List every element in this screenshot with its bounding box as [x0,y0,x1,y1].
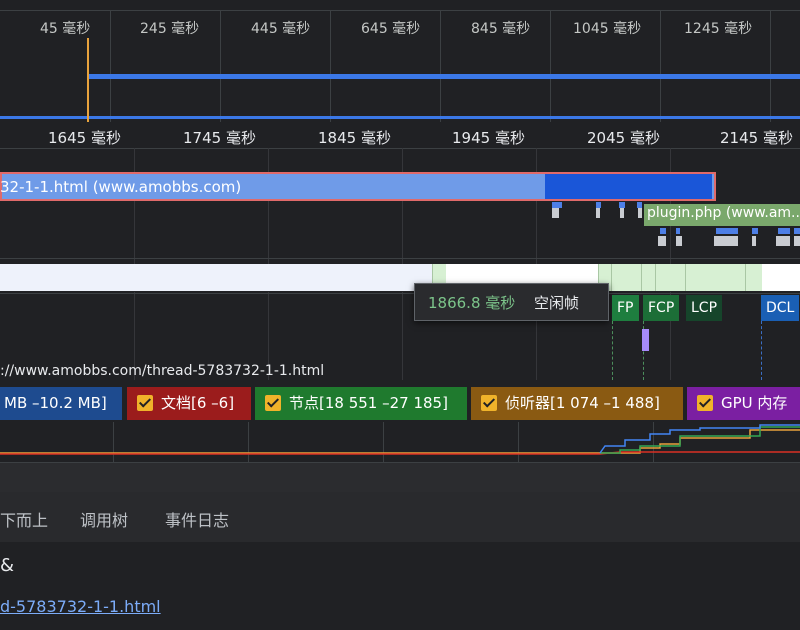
ruler-tick: 2045 毫秒 [587,129,660,147]
overview-gridline [330,10,331,122]
nodes-label: 节点[18 551 –27 185] [289,394,448,412]
small-request-bar[interactable] [752,236,756,246]
small-request-bar[interactable] [660,228,666,234]
overview-network-bar [87,74,800,79]
small-request-bar[interactable] [552,208,559,218]
gpu-memory-checkbox[interactable]: GPU 内存 [687,387,800,420]
overview-tick: 245 毫秒 [140,21,200,37]
frame-block[interactable] [611,264,642,291]
checkbox-checked-icon [481,395,497,411]
source-link[interactable]: d-5783732-1-1.html [0,597,161,616]
small-request-bar[interactable] [794,236,800,246]
js-heap-line [599,424,800,454]
dcl-marker[interactable]: DCL [761,295,800,321]
documents-checkbox[interactable]: 文档[6 –6] [127,387,251,420]
tooltip-duration: 1866.8 毫秒 [428,294,516,312]
js-heap-label: MB –10.2 MB] [4,394,107,412]
small-request-bar[interactable] [778,228,790,234]
small-request-bar[interactable] [752,228,758,234]
frame-block[interactable] [762,264,800,291]
panel-splitter[interactable] [0,462,800,493]
checkbox-checked-icon [137,395,153,411]
overview-gridline [110,10,111,122]
overview-tick: 645 毫秒 [361,21,421,37]
small-request-bar[interactable] [676,228,680,234]
frame-block[interactable] [685,264,746,291]
frame-block[interactable] [0,264,432,291]
small-request-bar[interactable] [776,236,790,246]
marker-line [761,321,762,380]
overview-gridline [550,10,551,122]
overview-top-border [0,10,800,11]
listeners-label: 侦听器[1 074 –1 488] [505,394,660,412]
fcp-marker[interactable]: FCP [643,295,680,321]
overview-tick: 1045 毫秒 [573,21,642,37]
fp-marker[interactable]: FP [612,295,639,321]
ruler-tick: 2145 毫秒 [720,129,793,147]
nodes-checkbox[interactable]: 节点[18 551 –27 185] [255,387,467,420]
details-pane [0,542,800,630]
js-heap-checkbox[interactable]: MB –10.2 MB] [0,387,122,420]
small-request-bar[interactable] [794,228,800,234]
small-request-bar[interactable] [676,236,682,246]
network-request-label: 32-1-1.html (www.amobbs.com) [0,178,242,196]
small-request-bar[interactable] [638,208,642,218]
checkbox-checked-icon [265,395,281,411]
overview-tick: 445 毫秒 [251,21,311,37]
timeline-ruler: 1645 毫秒 1745 毫秒 1845 毫秒 1945 毫秒 2045 毫秒 … [0,122,800,149]
track-divider [0,258,800,259]
ruler-tick: 1645 毫秒 [48,129,121,147]
marker-line [612,321,613,380]
frame-block[interactable] [641,264,656,291]
summary-heading: & [0,555,15,576]
ruler-tick: 1745 毫秒 [183,129,256,147]
overview-gridline [770,10,771,122]
overview-gridline [440,10,441,122]
network-url: ://www.amobbs.com/thread-5783732-1-1.htm… [0,363,325,379]
small-request-bar[interactable] [714,236,738,246]
track-divider [0,293,800,294]
checkbox-checked-icon [697,395,713,411]
tab-event-log[interactable]: 事件日志 [165,507,229,531]
ruler-tick: 1945 毫秒 [452,129,525,147]
tab-call-tree[interactable]: 调用树 [80,507,128,531]
tooltip-label: 空闲帧 [534,294,580,312]
overview-tick: 845 毫秒 [471,21,531,37]
listeners-checkbox[interactable]: 侦听器[1 074 –1 488] [471,387,683,420]
layout-shift-block[interactable] [642,329,649,351]
overview-tick: 45 毫秒 [40,21,91,37]
network-request-download-segment [545,174,712,199]
gpu-memory-label: GPU 内存 [721,394,788,412]
overview-bottom-bar [0,116,800,119]
ruler-tick: 1845 毫秒 [318,129,391,147]
frame-tooltip: 1866.8 毫秒 空闲帧 [414,283,609,321]
overview-selection-handle[interactable] [87,38,89,122]
overview-tick: 1245 毫秒 [684,21,753,37]
tab-bottom-up[interactable]: 下而上 [0,507,48,531]
memory-graph-lines [0,424,800,455]
frame-block[interactable] [655,264,686,291]
overview-gridline [220,10,221,122]
small-request-bar[interactable] [596,208,600,218]
small-request-bar[interactable] [716,228,738,234]
small-request-bar[interactable] [658,236,666,246]
frame-block[interactable] [745,264,763,291]
overview-gridline [660,10,661,122]
plugin-request-label: plugin.php (www.am... [647,205,800,221]
lcp-marker[interactable]: LCP [686,295,723,321]
documents-label: 文档[6 –6] [161,394,235,412]
overview-timeline[interactable]: 45 毫秒 245 毫秒 445 毫秒 645 毫秒 845 毫秒 1045 毫… [0,0,800,122]
small-request-bar[interactable] [620,208,624,218]
